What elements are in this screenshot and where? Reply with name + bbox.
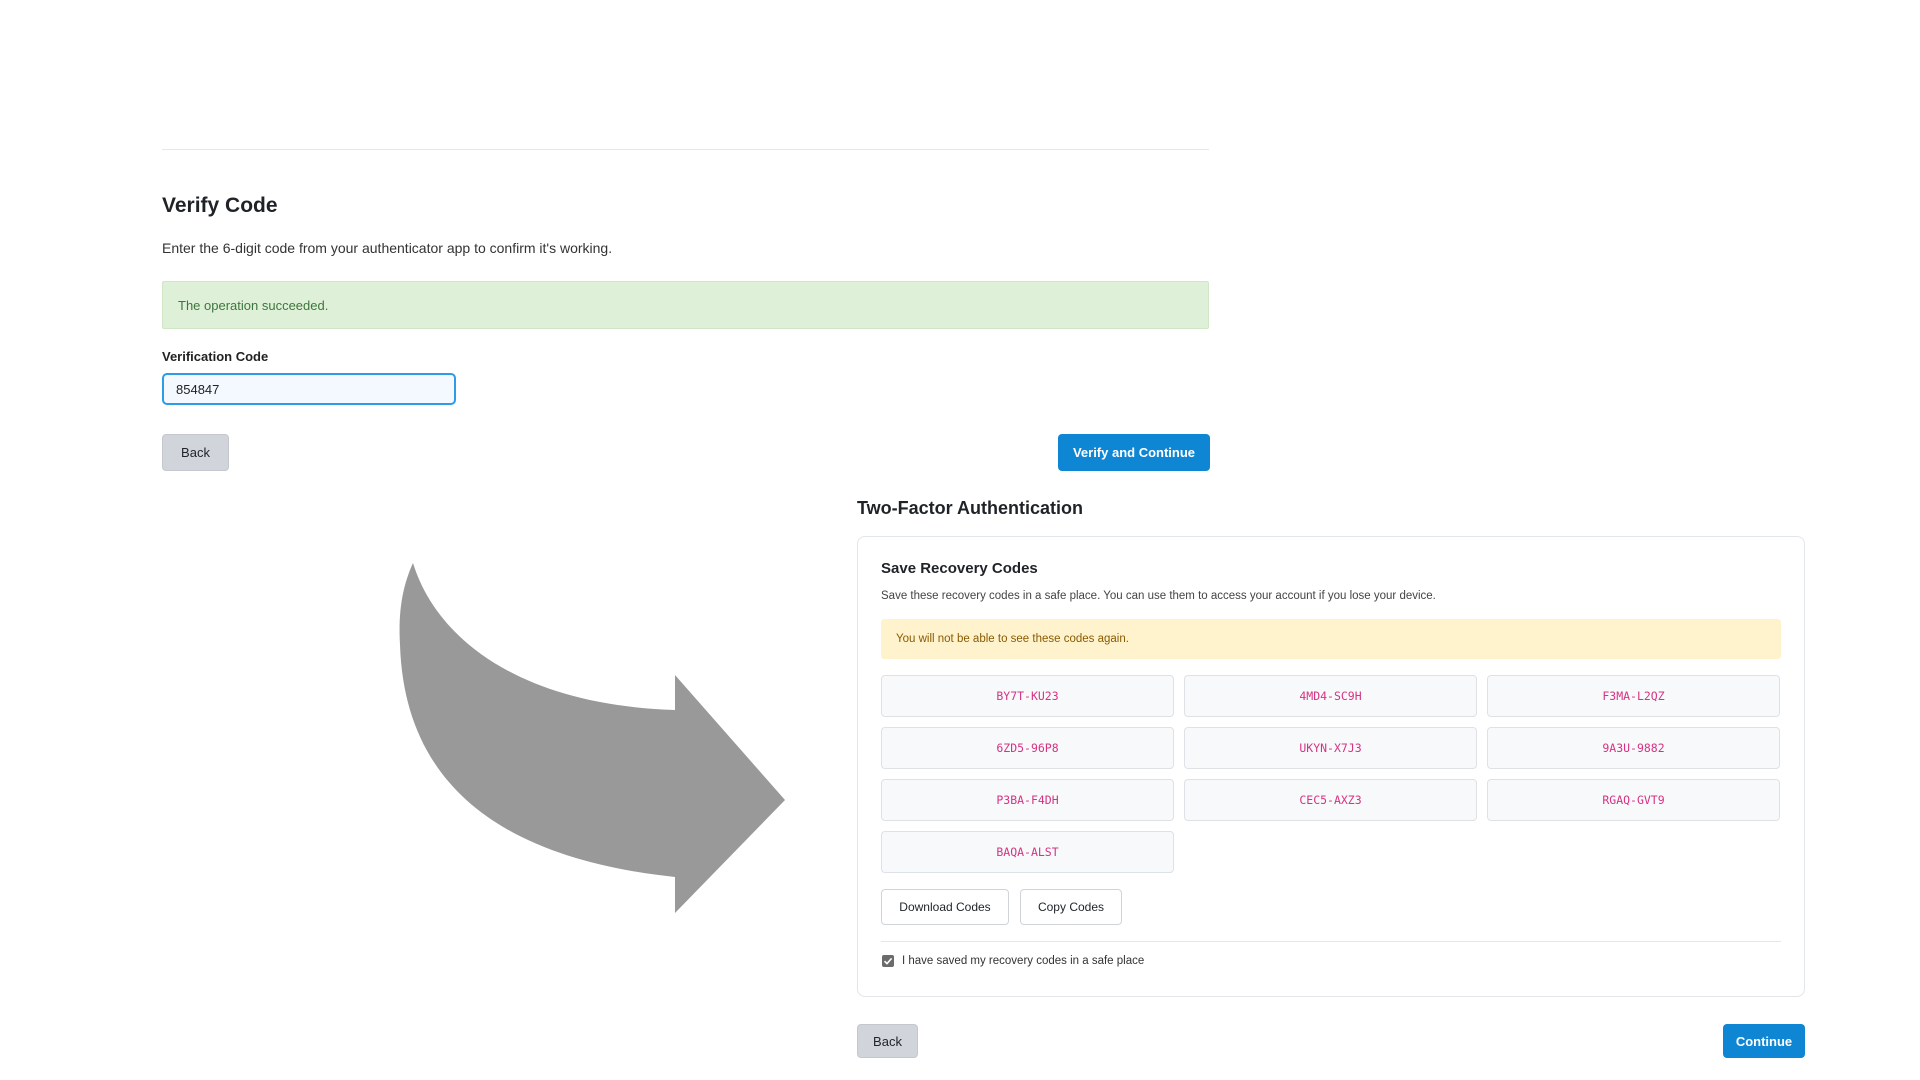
recovery-code: 9A3U-9882: [1487, 727, 1780, 769]
checkmark-icon: [883, 957, 893, 965]
warning-alert-text: You will not be able to see these codes …: [896, 633, 1129, 645]
verify-description: Enter the 6-digit code from your authent…: [162, 240, 613, 256]
recovery-code: F3MA-L2QZ: [1487, 675, 1780, 717]
recovery-code: BY7T-KU23: [881, 675, 1174, 717]
twofa-back-button[interactable]: Back: [857, 1024, 918, 1058]
curved-arrow-icon: [399, 563, 785, 913]
recovery-code: BAQA-ALST: [881, 831, 1174, 873]
recovery-code: 6ZD5-96P8: [881, 727, 1174, 769]
two-factor-title: Two-Factor Authentication: [857, 498, 1083, 518]
warning-alert: You will not be able to see these codes …: [881, 619, 1781, 659]
top-divider: [162, 149, 1209, 150]
card-description: Save these recovery codes in a safe plac…: [881, 590, 1436, 602]
saved-codes-label[interactable]: I have saved my recovery codes in a safe…: [902, 955, 1144, 967]
recovery-code: UKYN-X7J3: [1184, 727, 1477, 769]
copy-codes-button[interactable]: Copy Codes: [1020, 889, 1122, 925]
card-divider: [881, 941, 1781, 942]
saved-codes-checkbox[interactable]: [882, 955, 894, 967]
continue-button[interactable]: Continue: [1723, 1024, 1805, 1058]
verification-code-label: Verification Code: [162, 349, 269, 364]
recovery-code: CEC5-AXZ3: [1184, 779, 1477, 821]
success-alert: The operation succeeded.: [162, 281, 1209, 329]
recovery-codes-grid: BY7T-KU23 4MD4-SC9H F3MA-L2QZ 6ZD5-96P8 …: [881, 675, 1783, 873]
verify-and-continue-button[interactable]: Verify and Continue: [1058, 434, 1210, 471]
recovery-code: RGAQ-GVT9: [1487, 779, 1780, 821]
recovery-codes-card: Save Recovery Codes Save these recovery …: [857, 536, 1805, 997]
download-codes-button[interactable]: Download Codes: [881, 889, 1009, 925]
verify-back-button[interactable]: Back: [162, 434, 229, 471]
card-title: Save Recovery Codes: [881, 560, 1038, 577]
success-alert-text: The operation succeeded.: [178, 298, 329, 313]
verification-code-input[interactable]: [162, 373, 456, 405]
recovery-code: P3BA-F4DH: [881, 779, 1174, 821]
verify-title: Verify Code: [162, 194, 278, 217]
recovery-code: 4MD4-SC9H: [1184, 675, 1477, 717]
